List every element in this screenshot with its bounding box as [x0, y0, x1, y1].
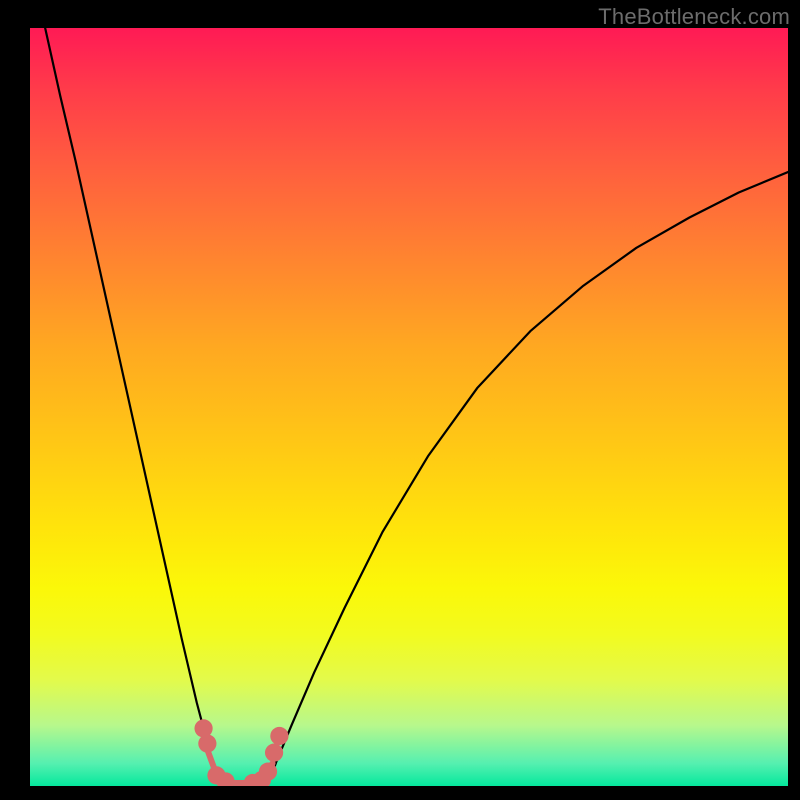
marker-bead — [265, 744, 283, 762]
chart-frame: TheBottleneck.com — [0, 0, 800, 800]
watermark-label: TheBottleneck.com — [598, 4, 790, 30]
chart-svg — [30, 28, 788, 786]
marker-bead — [198, 734, 216, 752]
series-left-branch — [45, 28, 216, 782]
series-right-branch — [269, 172, 788, 782]
marker-bead — [270, 727, 288, 745]
marker-bead — [194, 719, 212, 737]
marker-bead — [259, 763, 277, 781]
plot-area — [30, 28, 788, 786]
